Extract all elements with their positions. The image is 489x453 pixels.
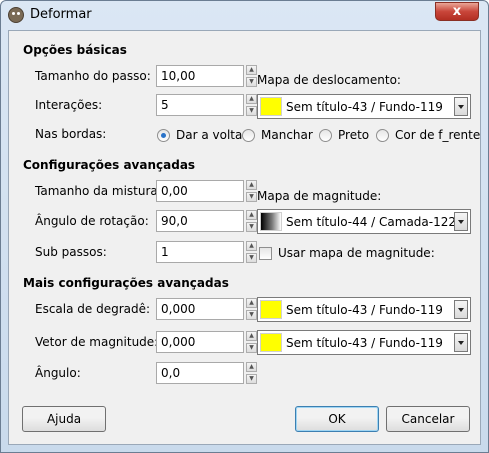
spin-down-icon[interactable]: ▼ [246,77,257,87]
section-basic-title: Opções básicas [23,43,127,57]
angle-label: Ângulo: [35,366,81,380]
spin-up-icon[interactable]: ▲ [246,362,257,372]
spin-down-icon[interactable]: ▼ [246,222,257,232]
spin-up-icon[interactable]: ▲ [246,210,257,220]
chevron-down-icon[interactable] [454,97,468,116]
chevron-down-icon[interactable] [454,300,468,319]
displacement-map-thumbnail [260,97,282,116]
rotation-angle-label: Ângulo de rotação: [35,214,149,228]
angle-spinbox[interactable]: 0,0 ▲ ▼ [156,362,257,384]
vector-map-thumbnail [260,333,282,352]
cancel-button[interactable]: Cancelar [386,406,470,432]
dialog-content: Opções básicas Tamanho do passo: 10,00 ▲… [8,30,481,445]
spin-up-icon[interactable]: ▲ [246,298,257,308]
iterations-value: 5 [161,98,169,112]
vector-map-value: Sem título-43 / Fundo-119 [286,336,443,350]
gradient-map-combo[interactable]: Sem título-43 / Fundo-119 [257,297,471,322]
dither-size-value: 0,00 [161,184,188,198]
gradient-scale-label: Escala de degradê: [35,302,151,316]
use-magnitude-map-label[interactable]: Usar mapa de magnitude: [278,246,435,260]
edge-black-label[interactable]: Preto [338,128,369,142]
substeps-value: 1 [161,245,169,259]
section-advanced-title: Configurações avançadas [23,158,196,172]
title-bar[interactable]: Deformar x [1,1,488,29]
spin-up-icon[interactable]: ▲ [246,180,257,190]
substeps-label: Sub passos: [35,245,107,259]
vector-magnitude-value: 0,000 [161,335,196,349]
spin-up-icon[interactable]: ▲ [246,94,257,104]
gimp-icon [8,7,24,23]
spin-down-icon[interactable]: ▼ [246,343,257,353]
iterations-spinbox[interactable]: 5 ▲ ▼ [156,94,257,116]
chevron-down-icon[interactable] [454,212,468,231]
angle-value: 0,0 [161,366,181,380]
spin-down-icon[interactable]: ▼ [246,253,257,263]
edge-wrap-label[interactable]: Dar a volta [176,128,242,142]
edge-smear-label[interactable]: Manchar [261,128,313,142]
step-size-label: Tamanho do passo: [35,69,151,83]
section-more-title: Mais configurações avançadas [23,276,229,290]
magnitude-map-label: Mapa de magnitude: [257,189,382,203]
dither-size-spinbox[interactable]: 0,00 ▲ ▼ [156,180,257,202]
dialog-window: Deformar x Opções básicas Tamanho do pas… [0,0,489,453]
dither-size-label: Tamanho da mistura: [35,184,162,198]
vector-map-combo[interactable]: Sem título-43 / Fundo-119 [257,330,471,355]
step-size-value: 10,00 [161,69,196,83]
displacement-map-value: Sem título-43 / Fundo-119 [286,100,443,114]
rotation-angle-spinbox[interactable]: 90,0 ▲ ▼ [156,210,257,232]
iterations-label: Interações: [35,98,103,112]
edges-label: Nas bordas: [35,127,107,141]
magnitude-map-combo[interactable]: Sem título-44 / Camada-122 [257,209,471,234]
rotation-angle-value: 90,0 [161,214,188,228]
close-button[interactable]: x [435,2,479,21]
edge-wrap-radio[interactable] [157,129,170,142]
window-title: Deformar [30,7,92,22]
gradient-map-thumbnail [260,300,282,319]
edge-foreground-label[interactable]: Cor de f_rente [395,128,480,142]
chevron-down-icon[interactable] [454,333,468,352]
gradient-scale-value: 0,000 [161,302,196,316]
ok-button[interactable]: OK [295,406,379,432]
spin-down-icon[interactable]: ▼ [246,374,257,384]
spin-up-icon[interactable]: ▲ [246,331,257,341]
gradient-map-value: Sem título-43 / Fundo-119 [286,303,443,317]
vector-magnitude-label: Vetor de magnitude: [35,335,159,349]
spin-up-icon[interactable]: ▲ [246,65,257,75]
gradient-scale-spinbox[interactable]: 0,000 ▲ ▼ [156,298,257,320]
spin-down-icon[interactable]: ▼ [246,106,257,116]
magnitude-map-value: Sem título-44 / Camada-122 [286,215,457,229]
step-size-spinbox[interactable]: 10,00 ▲ ▼ [156,65,257,87]
substeps-spinbox[interactable]: 1 ▲ ▼ [156,241,257,263]
vector-magnitude-spinbox[interactable]: 0,000 ▲ ▼ [156,331,257,353]
use-magnitude-map-checkbox[interactable] [259,247,272,260]
spin-down-icon[interactable]: ▼ [246,192,257,202]
magnitude-map-thumbnail [260,212,282,231]
edge-smear-radio[interactable] [242,129,255,142]
spin-down-icon[interactable]: ▼ [246,310,257,320]
edge-black-radio[interactable] [319,129,332,142]
help-button[interactable]: Ajuda [22,406,106,432]
displacement-map-label: Mapa de deslocamento: [257,73,401,87]
spin-up-icon[interactable]: ▲ [246,241,257,251]
displacement-map-combo[interactable]: Sem título-43 / Fundo-119 [257,94,471,119]
edge-foreground-radio[interactable] [376,129,389,142]
